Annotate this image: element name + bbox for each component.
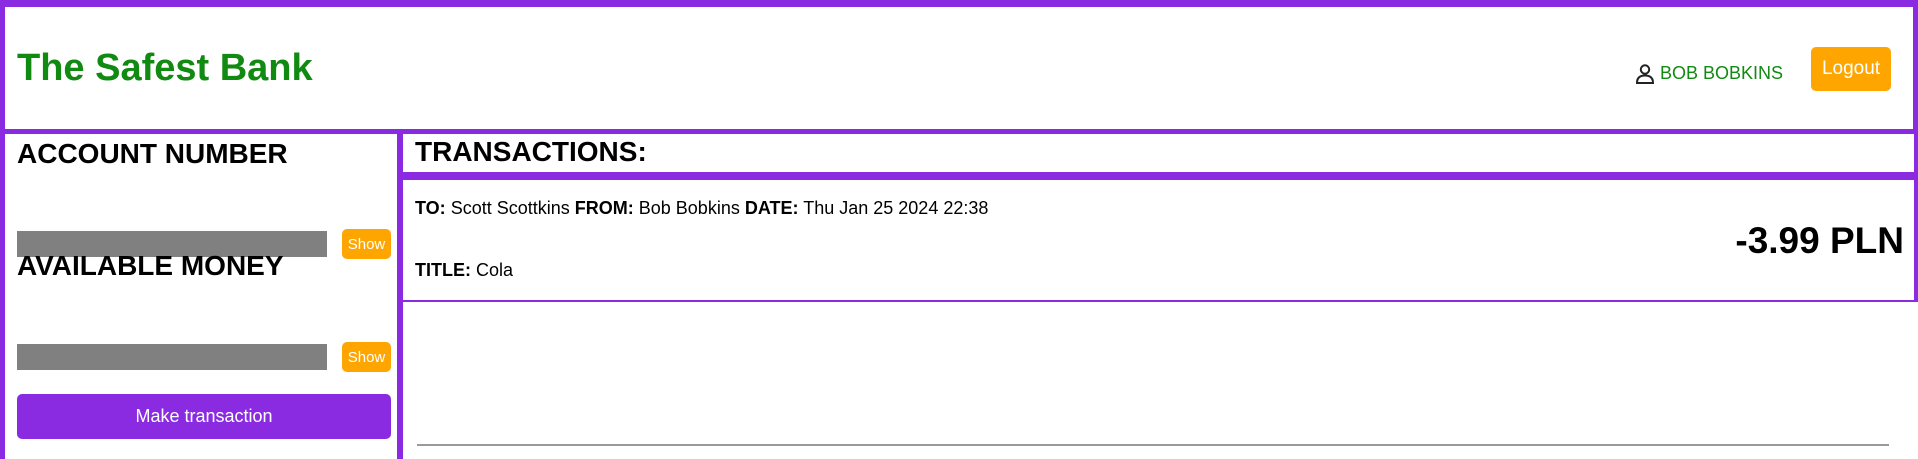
app-frame: The Safest Bank BOB BOBKINS Logout ACCOU… — [0, 0, 1918, 459]
date-value: Thu Jan 25 2024 22:38 — [803, 198, 989, 218]
account-sidebar: ACCOUNT NUMBER Show AVAILABLE MONEY Show… — [0, 130, 402, 459]
available-money-heading: AVAILABLE MONEY — [17, 250, 284, 281]
from-label: FROM: — [574, 198, 634, 218]
transaction-amount: -3.99 PLN — [1735, 220, 1904, 261]
transactions-title: TRANSACTIONS: — [415, 136, 647, 167]
top-header: The Safest Bank BOB BOBKINS Logout — [0, 0, 1918, 134]
user-name: BOB BOBKINS — [1659, 63, 1783, 83]
transaction-details: TO: Scott Scottkins FROM: Bob Bobkins DA… — [415, 198, 988, 219]
transaction-title-line: TITLE: Cola — [415, 260, 513, 281]
to-value: Scott Scottkins — [450, 198, 570, 218]
logout-button[interactable]: Logout — [1811, 47, 1891, 91]
account-number-heading: ACCOUNT NUMBER — [17, 138, 288, 169]
make-transaction-button[interactable]: Make transaction — [17, 394, 391, 439]
title-label: TITLE: — [415, 260, 471, 280]
available-money-masked — [17, 344, 327, 370]
user-profile[interactable]: BOB BOBKINS — [1635, 63, 1783, 84]
transaction-item: TO: Scott Scottkins FROM: Bob Bobkins DA… — [399, 176, 1918, 302]
show-account-number-button[interactable]: Show — [342, 229, 391, 259]
brand-logo: The Safest Bank — [17, 47, 313, 89]
transactions-header: TRANSACTIONS: — [399, 131, 1918, 176]
date-label: DATE: — [744, 198, 799, 218]
list-divider — [417, 444, 1889, 446]
person-icon — [1635, 63, 1654, 84]
title-value: Cola — [476, 260, 514, 280]
show-available-money-button[interactable]: Show — [342, 342, 391, 372]
from-value: Bob Bobkins — [638, 198, 740, 218]
transactions-list-area — [399, 302, 1918, 459]
to-label: TO: — [415, 198, 446, 218]
